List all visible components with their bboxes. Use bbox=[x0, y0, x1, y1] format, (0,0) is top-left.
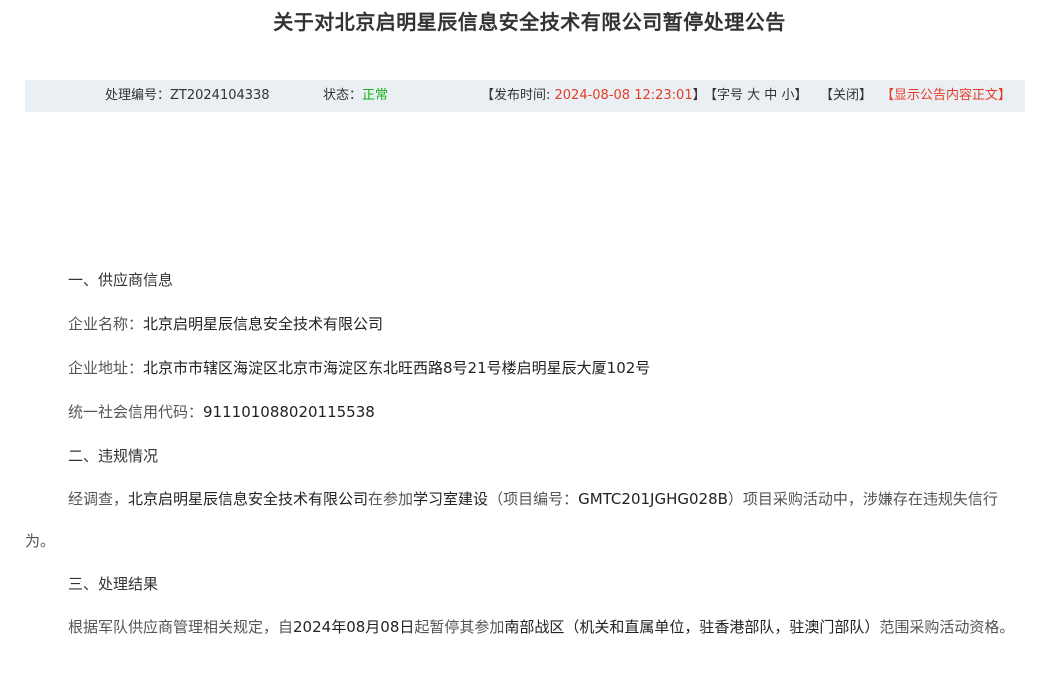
violation-project-code: GMTC201JGHG028B bbox=[578, 490, 728, 508]
status-label: 状态： bbox=[323, 88, 363, 103]
publish-time: 【发布时间: 2024-08-08 12:23:01】 bbox=[481, 80, 706, 112]
section-heading-result: 三、处理结果 bbox=[68, 575, 159, 593]
font-size-small-link[interactable]: 小 bbox=[781, 88, 794, 103]
page-title: 关于对北京启明星辰信息安全技术有限公司暂停处理公告 bbox=[273, 10, 786, 34]
result-text-3: 范围采购活动资格。 bbox=[879, 618, 1015, 636]
credit-code-label: 统一社会信用代码： bbox=[68, 403, 204, 421]
result-scope: 南部战区（机关和直属单位，驻香港部队，驻澳门部队） bbox=[504, 618, 880, 636]
font-size-medium-link[interactable]: 中 bbox=[764, 88, 777, 103]
violation-text-3: （项目编号： bbox=[488, 490, 579, 508]
company-name-row: 企业名称：北京启明星辰信息安全技术有限公司 bbox=[25, 302, 1025, 346]
processing-code: 处理编号：ZT2024104338 bbox=[105, 80, 270, 112]
company-name-value: 北京启明星辰信息安全技术有限公司 bbox=[143, 315, 384, 333]
publish-time-open: 【发布时间: bbox=[481, 88, 555, 103]
show-notice-body-link[interactable]: 【显示公告内容正文】 bbox=[881, 80, 1011, 112]
section-heading-violation: 二、违规情况 bbox=[68, 447, 159, 465]
violation-text-2: 在参加 bbox=[368, 490, 414, 508]
processing-code-value: ZT2024104338 bbox=[170, 88, 270, 103]
processing-code-label: 处理编号： bbox=[105, 88, 171, 103]
violation-paragraph: 经调查，北京启明星辰信息安全技术有限公司在参加学习室建设（项目编号：GMTC20… bbox=[25, 478, 1025, 562]
font-size-open: 【字号 bbox=[704, 88, 748, 103]
company-name-label: 企业名称： bbox=[68, 315, 144, 333]
result-date: 2024年08月08日 bbox=[293, 618, 415, 636]
font-size-control: 【字号 大 中 小】 bbox=[704, 80, 807, 112]
violation-text-1: 经调查， bbox=[68, 490, 129, 508]
result-paragraph: 根据军队供应商管理相关规定，自2024年08月08日起暂停其参加南部战区（机关和… bbox=[25, 606, 1025, 648]
section-heading-supplier: 一、供应商信息 bbox=[68, 271, 174, 289]
violation-company: 北京启明星辰信息安全技术有限公司 bbox=[128, 490, 369, 508]
result-text-1: 根据军队供应商管理相关规定，自 bbox=[68, 618, 294, 636]
credit-code-row: 统一社会信用代码：911101088020115538 bbox=[25, 390, 1025, 434]
company-address-row: 企业地址：北京市市辖区海淀区北京市海淀区东北旺西路8号21号楼启明星辰大厦102… bbox=[25, 346, 1025, 390]
font-size-large-link[interactable]: 大 bbox=[747, 88, 760, 103]
violation-project: 学习室建设 bbox=[413, 490, 489, 508]
notice-content: 一、供应商信息 企业名称：北京启明星辰信息安全技术有限公司 企业地址：北京市市辖… bbox=[25, 258, 1025, 648]
font-size-close: 】 bbox=[794, 88, 808, 103]
company-address-label: 企业地址： bbox=[68, 359, 144, 377]
publish-time-value: 2024-08-08 12:23:01 bbox=[554, 88, 693, 103]
credit-code-value: 911101088020115538 bbox=[203, 403, 375, 421]
status-value: 正常 bbox=[362, 88, 389, 103]
company-address-value: 北京市市辖区海淀区北京市海淀区东北旺西路8号21号楼启明星辰大厦102号 bbox=[143, 359, 651, 377]
result-text-2: 起暂停其参加 bbox=[414, 618, 505, 636]
status: 状态：正常 bbox=[323, 80, 388, 112]
close-link[interactable]: 【关闭】 bbox=[820, 80, 872, 112]
notice-info-bar: 处理编号：ZT2024104338 状态：正常 【发布时间: 2024-08-0… bbox=[25, 80, 1025, 112]
